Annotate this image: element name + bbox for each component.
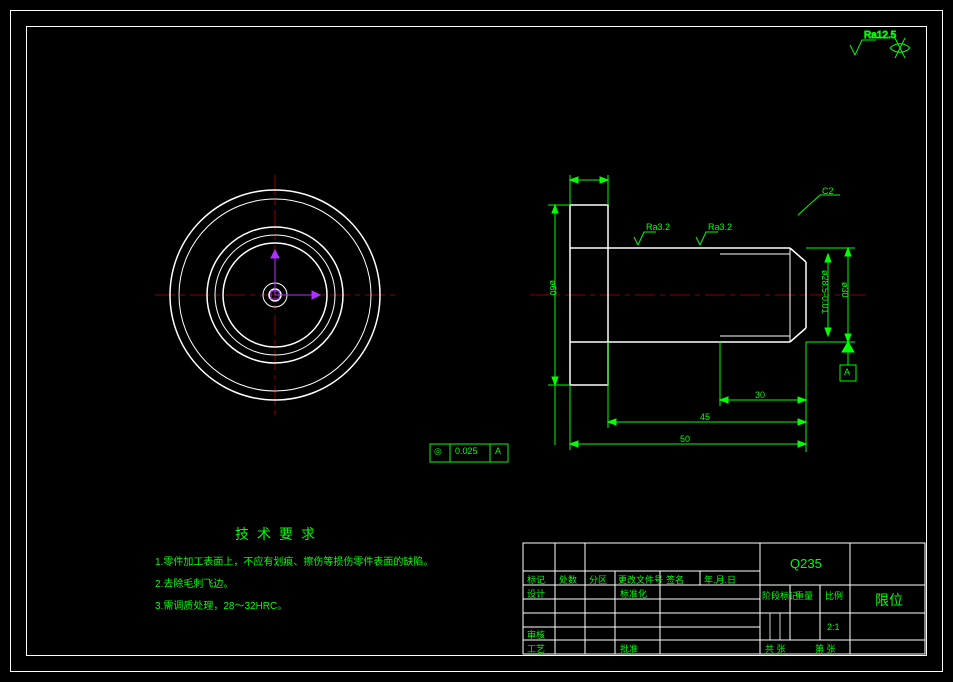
gdt-datum-ref: A <box>495 446 501 456</box>
tb-zone: 分区 <box>589 573 607 586</box>
tb-design: 设计 <box>527 587 545 600</box>
gdt-symbol: ◎ <box>434 446 442 457</box>
gdt-tolerance: 0.025 <box>455 446 478 456</box>
dimensions <box>548 175 856 452</box>
title-block-grid <box>523 543 925 654</box>
tb-sheet-total: 共 张 <box>765 642 786 655</box>
side-view <box>530 205 870 385</box>
tb-approve: 批准 <box>620 642 638 655</box>
ucs-icon <box>271 250 320 299</box>
tb-scale: 2:1 <box>827 622 840 632</box>
dim-length-45: 45 <box>700 412 710 422</box>
notes-line3: 3.需调质处理，28～32HRC。 <box>155 597 287 612</box>
datum-label: A <box>844 367 850 377</box>
drawing-canvas: Ra12.5 <box>0 0 953 682</box>
tb-mark: 标记 <box>527 573 545 586</box>
roughness-general-icon: Ra12.5 <box>850 30 910 58</box>
tb-date: 年.月.日 <box>704 573 736 586</box>
tb-standardize: 标准化 <box>620 587 647 600</box>
notes-heading: 技术要求 <box>235 524 323 544</box>
notes-line1: 1.零件加工表面上，不应有划痕、擦伤等损伤零件表面的缺陷。 <box>155 553 433 568</box>
notes-line2: 2.去除毛刺飞边。 <box>155 575 233 590</box>
tb-change: 更改文件号 <box>618 573 663 586</box>
tb-qty: 处数 <box>559 573 577 586</box>
roughness-general-label: Ra12.5 <box>864 30 897 41</box>
dim-shaft-dia: ø30 <box>840 282 850 298</box>
roughness-shaft2: Ra3.2 <box>708 222 732 232</box>
tb-part-name: 限位 <box>875 590 903 610</box>
tb-ratio: 比例 <box>825 589 843 602</box>
tb-audit: 审核 <box>527 628 545 641</box>
tb-material: Q235 <box>790 556 822 571</box>
roughness-shaft1: Ra3.2 <box>646 222 670 232</box>
tb-sign: 签名 <box>666 573 684 586</box>
roughness-shaft2-icon <box>696 232 718 245</box>
tb-mass: 重量 <box>795 589 813 602</box>
roughness-shaft1-icon <box>634 232 656 245</box>
dim-length-50: 50 <box>680 434 690 444</box>
chamfer-label: C2 <box>822 186 834 196</box>
tb-stage: 阶段标记 <box>762 589 798 602</box>
dim-length-30: 30 <box>755 390 765 400</box>
dim-step-dia: ø28.5-0.01 <box>820 270 830 314</box>
tb-sheet-no: 第 张 <box>815 642 836 655</box>
tb-process: 工艺 <box>527 642 545 655</box>
front-view <box>155 175 395 415</box>
dim-flange-dia: ø60 <box>548 280 558 296</box>
